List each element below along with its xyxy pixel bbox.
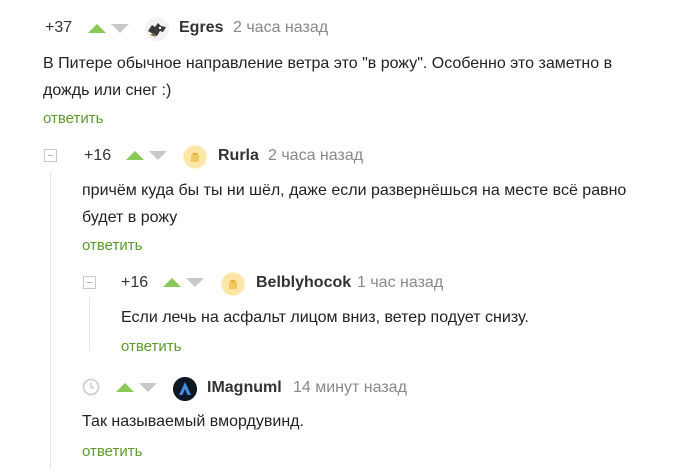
placeholder-avatar-icon [184, 146, 206, 168]
comment-text: причём куда бы ты ни шёл, даже если разв… [82, 177, 626, 231]
avatar[interactable] [183, 145, 207, 169]
comment-time[interactable]: 2 часа назад [233, 19, 328, 37]
downvote-arrow-icon[interactable] [139, 383, 157, 392]
comment-time[interactable]: 2 часа назад [268, 147, 363, 165]
comment-time[interactable]: 14 минут назад [293, 379, 407, 397]
comment-author[interactable]: IMagnuml [207, 379, 282, 397]
collapse-icon[interactable] [83, 276, 96, 289]
avatar[interactable] [173, 377, 197, 401]
upvote-arrow-icon[interactable] [163, 278, 181, 287]
comment-text-line: причём куда бы ты ни шёл, даже если разв… [82, 182, 627, 199]
clock-icon [82, 378, 100, 396]
upvote-arrow-icon[interactable] [116, 383, 134, 392]
comment-author[interactable]: Belblyhocok [256, 274, 351, 292]
upvote-arrow-icon[interactable] [88, 24, 106, 33]
reply-button[interactable]: ответить [82, 443, 142, 460]
downvote-arrow-icon[interactable] [111, 24, 129, 33]
collapse-icon[interactable] [44, 149, 57, 162]
comment-rating: +16 [84, 147, 112, 164]
comment-text: Так называемый вмордувинд. [82, 408, 304, 435]
avatar[interactable] [221, 272, 245, 296]
comment-rating: +16 [121, 274, 149, 291]
comment-author[interactable]: Rurla [218, 147, 259, 165]
letter-a-logo-icon [173, 377, 197, 401]
thread-line [89, 298, 90, 350]
comment-author[interactable]: Egres [179, 19, 223, 37]
comment-text-line: Так называемый вмордувинд. [82, 413, 304, 430]
comment-text: В Питере обычное направление ветра это "… [43, 50, 612, 104]
comment-text-line: В Питере обычное направление ветра это "… [43, 55, 613, 72]
upvote-arrow-icon[interactable] [126, 151, 144, 160]
dog-avatar-icon [148, 23, 166, 37]
downvote-arrow-icon[interactable] [186, 278, 204, 287]
reply-button[interactable]: ответить [121, 338, 181, 355]
comment-rating: +37 [45, 19, 73, 36]
thread-line [50, 172, 51, 469]
placeholder-avatar-icon [222, 273, 244, 295]
comment-text-line: дождь или снег :) [43, 82, 172, 99]
comment-time[interactable]: 1 час назад [357, 274, 443, 292]
reply-button[interactable]: ответить [82, 237, 142, 254]
avatar[interactable] [145, 17, 169, 41]
comment-text: Если лечь на асфальт лицом вниз, ветер п… [121, 304, 529, 331]
reply-button[interactable]: ответить [43, 110, 103, 127]
comment-text-line: будет в рожу [82, 209, 178, 226]
downvote-arrow-icon[interactable] [149, 151, 167, 160]
comment-text-line: Если лечь на асфальт лицом вниз, ветер п… [121, 309, 529, 326]
